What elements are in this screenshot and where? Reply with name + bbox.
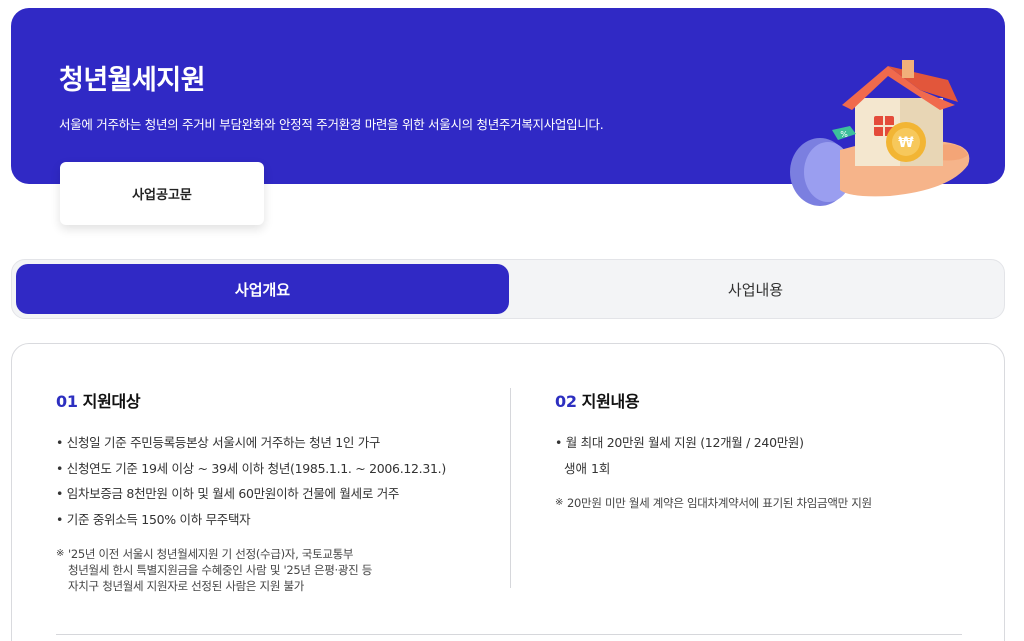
svg-text:₩: ₩ (898, 135, 914, 151)
note-mark: ※ (56, 548, 65, 559)
tab-overview[interactable]: 사업개요 (16, 264, 509, 314)
section-title-content: 02 지원내용 (555, 388, 975, 412)
list-item: 임차보증금 8천만원 이하 및 월세 60만원이하 건물에 월세로 거주 (56, 481, 496, 507)
section-title-text: 지원대상 (82, 392, 141, 411)
note-line: 청년월세 한시 특별지원금을 수혜중인 사람 및 '25년 은평·광진 등 (68, 563, 373, 577)
section-divider (56, 634, 962, 635)
note-line: 자치구 청년월세 지원자로 선정된 사람은 지원 불가 (68, 579, 305, 593)
section-title-target: 01 지원대상 (56, 388, 496, 412)
note-line: 20만원 미만 월세 계약은 임대차계약서에 표기된 차임금액만 지원 (567, 496, 872, 510)
section-number: 02 (555, 392, 577, 411)
note-mark: ※ (555, 497, 564, 508)
content-section: 02지원내용 월 최대 20만원 월세 지원 (12개월 / 240만원) 생애… (555, 388, 975, 511)
section-number: 01 (56, 392, 78, 411)
notice-button[interactable]: 사업공고문 (60, 162, 264, 225)
target-list: 신청일 기준 주민등록등본상 서울시에 거주하는 청년 1인 가구 신청연도 기… (56, 430, 496, 532)
content-list: 월 최대 20만원 월세 지원 (12개월 / 240만원) (555, 430, 975, 456)
tab-bar: 사업개요 사업내용 (11, 259, 1005, 319)
note-line: '25년 이전 서울시 청년월세지원 기 선정(수급)자, 국토교통부 (68, 547, 354, 561)
list-item: 월 최대 20만원 월세 지원 (12개월 / 240만원) (555, 430, 975, 456)
page-description: 서울에 거주하는 청년의 주거비 부담완화와 안정적 주거환경 마련을 위한 서… (59, 117, 604, 132)
target-section: 01지원대상 신청일 기준 주민등록등본상 서울시에 거주하는 청년 1인 가구… (56, 388, 496, 594)
column-divider (510, 388, 511, 588)
list-item: 신청연도 기준 19세 이상 ~ 39세 이하 청년(1985.1.1. ~ 2… (56, 456, 496, 482)
overview-panel: 01지원대상 신청일 기준 주민등록등본상 서울시에 거주하는 청년 1인 가구… (11, 343, 1005, 641)
tab-details[interactable]: 사업내용 (509, 264, 1002, 314)
section-title-text: 지원내용 (581, 392, 640, 411)
svg-text:%: % (840, 130, 848, 139)
list-item: 기준 중위소득 150% 이하 무주택자 (56, 507, 496, 533)
house-on-hand-icon: ₩ % (790, 60, 970, 206)
target-note: ※ '25년 이전 서울시 청년월세지원 기 선정(수급)자, 국토교통부 청년… (56, 546, 496, 594)
content-note: ※ 20만원 미만 월세 계약은 임대차계약서에 표기된 차임금액만 지원 (555, 495, 975, 511)
list-item: 신청일 기준 주민등록등본상 서울시에 거주하는 청년 1인 가구 (56, 430, 496, 456)
list-item-continuation: 생애 1회 (564, 460, 611, 476)
page-title: 청년월세지원 (59, 65, 206, 96)
